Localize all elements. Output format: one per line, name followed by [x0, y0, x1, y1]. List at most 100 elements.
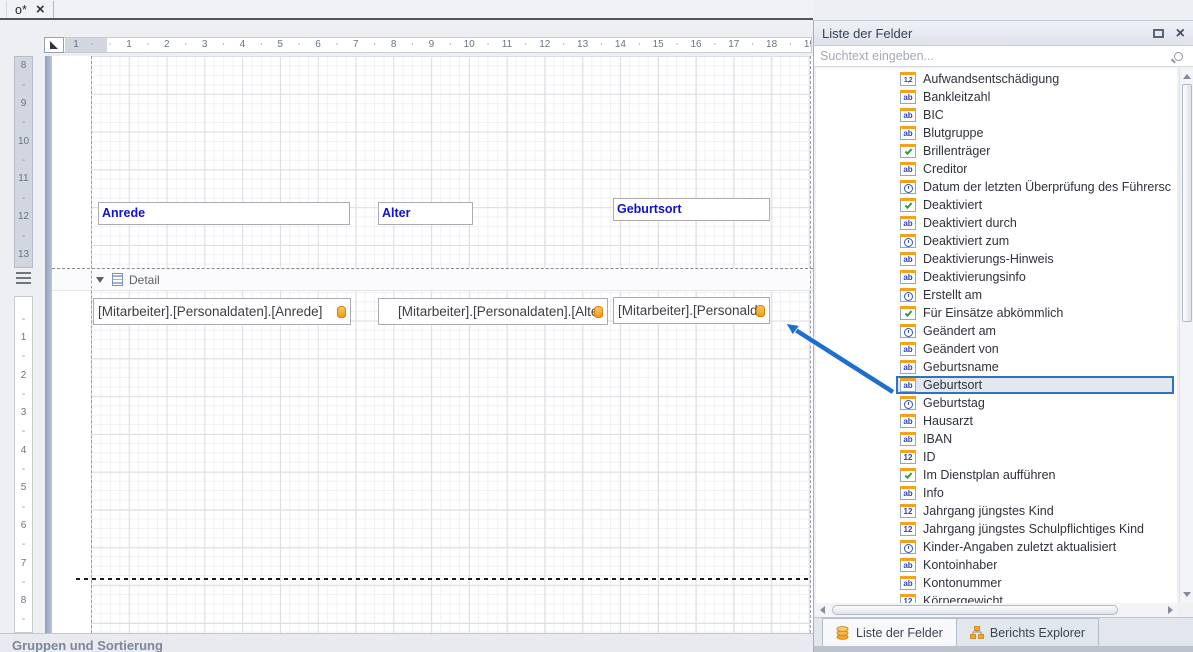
- field-list-item[interactable]: Erstellt am: [896, 286, 1174, 304]
- field-item-label: BIC: [923, 108, 944, 122]
- field-list-item[interactable]: abKontoinhaber: [896, 556, 1174, 574]
- report-caption-label[interactable]: Alter: [378, 202, 473, 225]
- field-list-item[interactable]: Deaktiviert: [896, 196, 1174, 214]
- scroll-up-icon[interactable]: [1183, 74, 1191, 79]
- field-list-item[interactable]: Geändert am: [896, 322, 1174, 340]
- ruler-number: 3: [15, 407, 32, 418]
- field-item-label: Deaktiviert durch: [923, 216, 1017, 230]
- detail-band-drag-handle[interactable]: [16, 272, 31, 284]
- band-bottom-boundary[interactable]: [76, 578, 812, 580]
- field-list-item[interactable]: abDeaktivierungs-Hinweis: [896, 250, 1174, 268]
- ruler-tick: ·: [296, 38, 302, 50]
- field-item-label: Im Dienstplan aufführen: [923, 468, 1056, 482]
- field-item-label: Info: [923, 486, 944, 500]
- field-list-item[interactable]: abDeaktivierungsinfo: [896, 268, 1174, 286]
- search-icon[interactable]: [1174, 52, 1183, 61]
- field-list-item[interactable]: 12ID: [896, 448, 1174, 466]
- groups-sorting-panel-header[interactable]: Gruppen und Sortierung: [0, 633, 813, 652]
- ruler-tick: -: [15, 577, 32, 588]
- field-search-input[interactable]: [814, 49, 1174, 63]
- field-list-item[interactable]: Brillenträger: [896, 142, 1174, 160]
- field-item-label: Geändert am: [923, 324, 996, 338]
- ruler-corner-button[interactable]: [44, 37, 64, 53]
- field-list-item[interactable]: Deaktiviert zum: [896, 232, 1174, 250]
- band-collapse-icon[interactable]: [96, 277, 104, 283]
- document-tab-title: o*: [15, 3, 27, 17]
- horizontal-scroll-thumb[interactable]: [832, 605, 1118, 615]
- horizontal-ruler: 12345678910111213141516171819···········…: [44, 37, 812, 53]
- report-data-field[interactable]: [Mitarbeiter].[Personaldaten].[Anrede]: [93, 298, 351, 325]
- vertical-scroll-thumb[interactable]: [1182, 84, 1192, 322]
- tab-berichts-explorer[interactable]: Berichts Explorer: [957, 618, 1099, 646]
- date-field-icon: [900, 288, 916, 302]
- text-field-icon: ab: [900, 378, 916, 392]
- field-item-label: Bankleitzahl: [923, 90, 990, 104]
- field-list-item[interactable]: abBIC: [896, 106, 1174, 124]
- field-list-item[interactable]: abHausarzt: [896, 412, 1174, 430]
- ruler-tick: -: [15, 117, 32, 128]
- field-list-item[interactable]: 12Jahrgang jüngstes Schulpflichtiges Kin…: [896, 520, 1174, 538]
- field-item-label: Deaktiviert zum: [923, 234, 1009, 248]
- field-list-item[interactable]: abBankleitzahl: [896, 88, 1174, 106]
- ruler-number: 6: [311, 39, 325, 50]
- scroll-down-icon[interactable]: [1183, 592, 1191, 597]
- field-list-item[interactable]: Geburtstag: [896, 394, 1174, 412]
- integer-field-icon: 12: [900, 450, 916, 464]
- field-list-item[interactable]: Datum der letzten Überprüfung des Führer…: [896, 178, 1174, 196]
- ruler-number: 12: [15, 211, 32, 222]
- field-list-item[interactable]: abCreditor: [896, 160, 1174, 178]
- field-list-item[interactable]: Im Dienstplan aufführen: [896, 466, 1174, 484]
- database-binding-icon: [337, 306, 346, 318]
- ruler-tick: ·: [485, 38, 491, 50]
- ruler-tick: -: [15, 389, 32, 400]
- right-margin-guide: [810, 56, 811, 633]
- detail-band-header[interactable]: Detail: [52, 268, 813, 291]
- field-list-item[interactable]: ab Info: [896, 484, 1174, 502]
- panel-close-icon[interactable]: [1176, 26, 1185, 42]
- report-caption-label[interactable]: Geburtsort: [613, 198, 770, 221]
- field-item-label: Brillenträger: [923, 144, 990, 158]
- field-list-item[interactable]: 12Körpergewicht: [896, 592, 1174, 603]
- ruler-number: 9: [424, 39, 438, 50]
- field-item-label: Erstellt am: [923, 288, 982, 302]
- field-list-item[interactable]: abKontonummer: [896, 574, 1174, 592]
- panel-float-icon[interactable]: [1153, 29, 1164, 38]
- field-list-item[interactable]: 12Jahrgang jüngstes Kind: [896, 502, 1174, 520]
- ruler-margin-number: 1: [69, 39, 83, 50]
- integer-field-icon: 12: [900, 504, 916, 518]
- ruler-number: 4: [15, 445, 32, 456]
- report-designer-window: o* 12345678910111213141516171819········…: [0, 0, 1193, 652]
- field-list-item[interactable]: abGeändert von: [896, 340, 1174, 358]
- field-list-item[interactable]: 1,2Aufwandsentschädigung: [896, 70, 1174, 88]
- report-data-field[interactable]: [Mitarbeiter].[Personalda: [613, 297, 770, 324]
- field-list-item[interactable]: abIBAN: [896, 430, 1174, 448]
- ruler-tick: ·: [674, 38, 680, 50]
- field-item-label: Deaktivierungs-Hinweis: [923, 252, 1054, 266]
- clock-icon: [904, 292, 913, 301]
- text-field-icon: ab: [900, 216, 916, 230]
- check-icon: [904, 147, 912, 155]
- field-list-item[interactable]: abGeburtsname: [896, 358, 1174, 376]
- scroll-right-icon[interactable]: [1168, 606, 1173, 614]
- design-grid: [91, 56, 810, 633]
- field-list-item[interactable]: ab Deaktiviert durch: [896, 214, 1174, 232]
- document-tab[interactable]: o*: [6, 1, 54, 18]
- ruler-tick: -: [15, 155, 32, 166]
- report-data-field[interactable]: [Mitarbeiter].[Personaldaten].[Alte: [378, 298, 608, 325]
- ruler-number: 7: [15, 558, 32, 569]
- field-list-item[interactable]: abBlutgruppe: [896, 124, 1174, 142]
- field-list-item[interactable]: Kinder-Angaben zuletzt aktualisiert: [896, 538, 1174, 556]
- tab-liste-der-felder[interactable]: Liste der Felder: [822, 618, 957, 646]
- scroll-left-icon[interactable]: [820, 606, 825, 614]
- ruler-number: 13: [576, 39, 590, 50]
- ruler-tick: -: [15, 539, 32, 550]
- text-field-icon: ab: [900, 486, 916, 500]
- tab-close-icon[interactable]: [36, 2, 45, 17]
- text-field-icon: ab: [900, 432, 916, 446]
- ruler-tick: -: [15, 426, 32, 437]
- groups-sorting-label: Gruppen und Sortierung: [12, 638, 163, 652]
- field-list-item[interactable]: abGeburtsort: [896, 376, 1174, 394]
- report-caption-label[interactable]: Anrede: [98, 202, 350, 225]
- field-list-item[interactable]: Für Einsätze abkömmlich: [896, 304, 1174, 322]
- text-field-icon: ab: [900, 342, 916, 356]
